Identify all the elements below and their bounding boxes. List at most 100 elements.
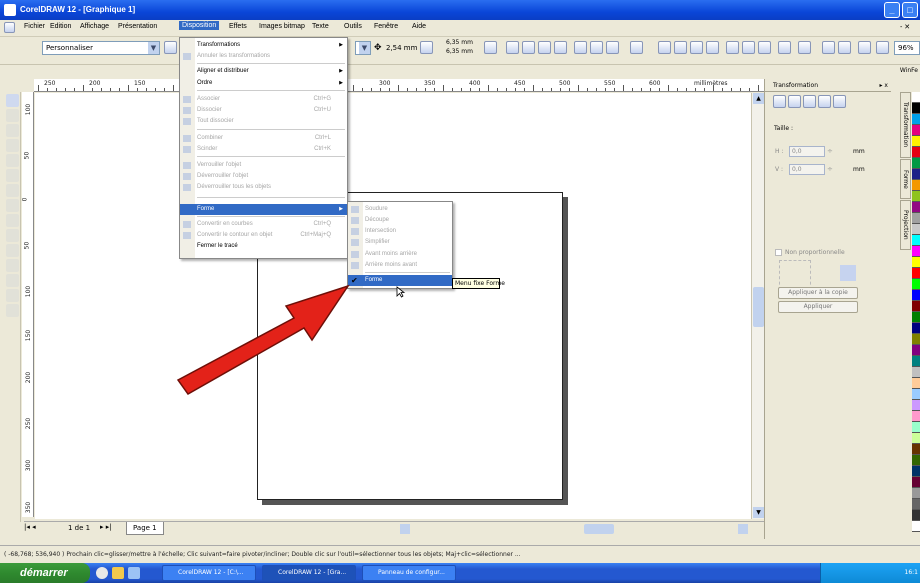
menu-item-scinder[interactable]: Scinder Ctrl+K	[180, 144, 347, 155]
cut-icon[interactable]	[726, 41, 739, 54]
menu-item-verrouiller-l-objet[interactable]: Verrouiller l'objet	[180, 160, 347, 171]
palette-swatch[interactable]	[912, 422, 920, 433]
menu-item-tout-dissocier[interactable]: Tout dissocier	[180, 116, 347, 127]
open-icon[interactable]	[674, 41, 687, 54]
palette-swatch[interactable]	[912, 510, 920, 521]
menu-item-d-verrouiller-l-objet[interactable]: Déverrouiller l'objet	[180, 171, 347, 182]
palette-swatch[interactable]	[912, 356, 920, 367]
palette-swatch[interactable]	[912, 246, 920, 257]
scale-mode-icon[interactable]	[803, 95, 816, 108]
menu-images-bitmap[interactable]: Images bitmap	[259, 23, 305, 30]
palette-swatch[interactable]	[912, 400, 920, 411]
palette-swatch[interactable]	[912, 235, 920, 246]
menu-outils[interactable]: Outils	[344, 23, 362, 30]
submenu-item-d-coupe[interactable]: Découpe	[348, 215, 452, 226]
units-icon[interactable]	[574, 41, 587, 54]
copy-icon[interactable]	[742, 41, 755, 54]
palette-swatch[interactable]	[912, 444, 920, 455]
tab-forme[interactable]: Forme	[900, 159, 911, 199]
palette-swatch[interactable]	[912, 125, 920, 136]
palette-swatch[interactable]	[912, 466, 920, 477]
smart-fill-tool-icon[interactable]	[6, 154, 19, 167]
palette-swatch[interactable]	[912, 345, 920, 356]
transform-icon[interactable]	[630, 41, 643, 54]
palette-swatch[interactable]	[912, 499, 920, 510]
menu-item-aligner-et-distribuer[interactable]: Aligner et distribuer ▶	[180, 66, 347, 77]
application-launcher-icon[interactable]	[858, 41, 871, 54]
submenu-item-avant-moins-arri-re[interactable]: Avant moins arrière	[348, 249, 452, 260]
start-button[interactable]: démarrer	[0, 563, 90, 583]
snap-objects-icon[interactable]	[538, 41, 551, 54]
menu-fichier[interactable]: Fichier	[24, 23, 45, 30]
h-spin-icon[interactable]: ÷	[827, 147, 833, 155]
dynamic-guides-icon[interactable]	[554, 41, 567, 54]
freehand-tool-icon[interactable]	[6, 139, 19, 152]
menu-item-annuler-les-transformations[interactable]: Annuler les transformations	[180, 51, 347, 62]
color-palette[interactable]	[912, 92, 920, 542]
apply-button[interactable]: Appliquer	[778, 301, 858, 313]
dup-x-value[interactable]: 6,35 mm	[446, 39, 473, 46]
hscroll-left-icon[interactable]	[400, 524, 410, 534]
options-icon[interactable]	[606, 41, 619, 54]
vertical-scrollbar[interactable]: ▲ ▼	[751, 93, 764, 519]
palette-swatch[interactable]	[912, 411, 920, 422]
interactive-fill-tool-icon[interactable]	[6, 304, 19, 317]
tab-transformation[interactable]: Transformation	[900, 92, 911, 158]
hscroll-thumb[interactable]	[584, 524, 614, 534]
palette-swatch[interactable]	[912, 290, 920, 301]
menu-fenetre[interactable]: Fenêtre	[374, 23, 398, 30]
menu-item-convertir-le-contour-en-objet[interactable]: Convertir le contour en objet Ctrl+Maj+Q	[180, 230, 347, 241]
dup-y-value[interactable]: 6,35 mm	[446, 48, 473, 55]
h-field[interactable]: 0,0	[789, 146, 825, 157]
palette-swatch[interactable]	[912, 158, 920, 169]
submenu-item-arri-re-moins-avant[interactable]: Arrière moins avant	[348, 260, 452, 271]
scroll-thumb[interactable]	[753, 287, 764, 327]
corel-online-icon[interactable]	[876, 41, 889, 54]
palette-swatch[interactable]	[912, 279, 920, 290]
import-icon[interactable]	[822, 41, 835, 54]
submenu-item-intersection[interactable]: Intersection	[348, 226, 452, 237]
submenu-item-forme[interactable]: ✔ Forme	[348, 275, 452, 286]
save-icon[interactable]	[690, 41, 703, 54]
palette-swatch[interactable]	[912, 312, 920, 323]
submenu-item-soudure[interactable]: Soudure	[348, 204, 452, 215]
tab-projection[interactable]: Projection	[900, 200, 911, 250]
anchor-grid[interactable]	[779, 260, 811, 290]
eyedropper-tool-icon[interactable]	[6, 259, 19, 272]
palette-swatch[interactable]	[912, 191, 920, 202]
treat-as-filled-icon[interactable]	[590, 41, 603, 54]
palette-swatch[interactable]	[912, 477, 920, 488]
palette-swatch[interactable]	[912, 389, 920, 400]
units-combo[interactable]: ▼	[355, 41, 371, 55]
menu-item-combiner[interactable]: Combiner Ctrl+L	[180, 133, 347, 144]
apply-copy-button[interactable]: Appliquer à la copie	[778, 287, 858, 299]
position-mode-icon[interactable]	[773, 95, 786, 108]
palette-swatch[interactable]	[912, 136, 920, 147]
outline-tool-icon[interactable]	[6, 274, 19, 287]
menu-item-dissocier[interactable]: Dissocier Ctrl+U	[180, 105, 347, 116]
nudge-value[interactable]: 2,54 mm	[386, 44, 417, 52]
menu-item-associer[interactable]: Associer Ctrl+G	[180, 94, 347, 105]
interactive-tool-icon[interactable]	[6, 244, 19, 257]
menu-item-forme[interactable]: Forme ▶	[180, 204, 347, 215]
quicklaunch-desktop-icon[interactable]	[128, 567, 140, 579]
v-spin-icon[interactable]: ÷	[827, 165, 833, 173]
preset-combo[interactable]: Personnaliser ▼	[42, 41, 160, 55]
rotate-mode-icon[interactable]	[788, 95, 801, 108]
redo-icon[interactable]	[798, 41, 811, 54]
size-mode-icon[interactable]	[818, 95, 831, 108]
minimize-button[interactable]: _	[884, 2, 900, 18]
palette-swatch[interactable]	[912, 92, 920, 103]
basic-shapes-tool-icon[interactable]	[6, 214, 19, 227]
palette-swatch[interactable]	[912, 433, 920, 444]
rectangle-tool-icon[interactable]	[6, 169, 19, 182]
shape-tool-icon[interactable]	[6, 109, 19, 122]
submenu-item-simplifier[interactable]: Simplifier	[348, 237, 452, 248]
palette-swatch[interactable]	[912, 521, 920, 532]
docker-close-icon[interactable]: ▸ x	[880, 79, 888, 92]
palette-swatch[interactable]	[912, 213, 920, 224]
palette-swatch[interactable]	[912, 488, 920, 499]
page-size-icon[interactable]	[164, 41, 177, 54]
undo-icon[interactable]	[778, 41, 791, 54]
menu-item-d-verrouiller-tous-les-objets[interactable]: Déverrouiller tous les objets	[180, 182, 347, 193]
